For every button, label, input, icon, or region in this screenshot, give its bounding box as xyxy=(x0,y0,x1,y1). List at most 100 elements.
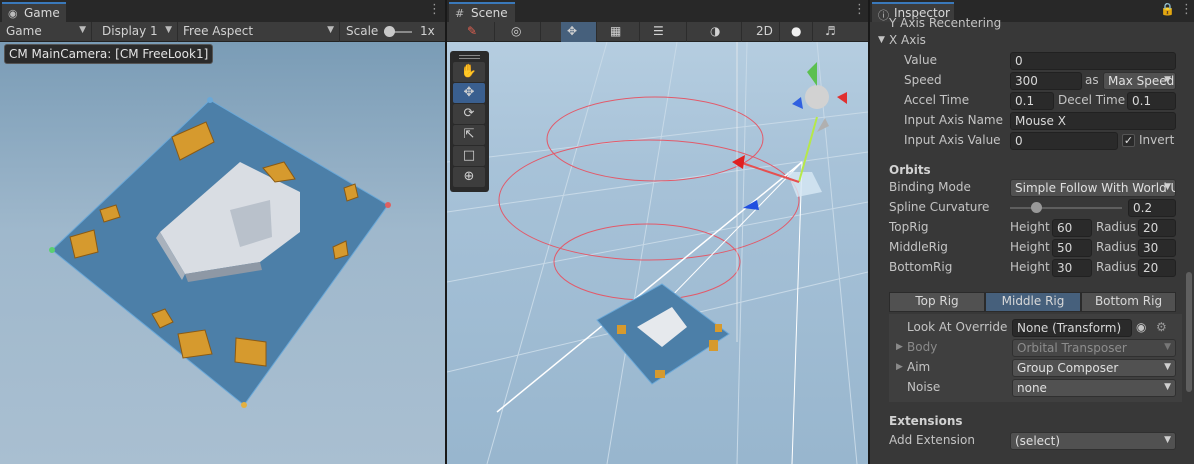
look-at-override-row: Look At Override None (Transform) ◉ ⚙ xyxy=(870,318,1194,338)
add-extension-row: Add Extension (select) ▼ xyxy=(870,431,1194,451)
speed-label: Speed xyxy=(904,73,942,87)
body-row: ▶ Body Orbital Transposer ▼ xyxy=(870,338,1194,358)
scene-more-icon[interactable]: ⋮ xyxy=(853,2,866,17)
object-picker-icon[interactable]: ◉ xyxy=(1136,320,1146,334)
scale-icon: ⇱ xyxy=(463,127,475,142)
bottom-rig-label: BottomRig xyxy=(889,260,953,274)
grid-icon: # xyxy=(455,7,465,20)
audio-toggle-button[interactable]: ♬ xyxy=(819,22,849,42)
crate xyxy=(234,337,267,367)
input-axis-name-row: Input Axis Name Mouse X xyxy=(870,111,1194,131)
palette-drag-handle[interactable] xyxy=(459,55,480,59)
inspector-panel: ⓘ Inspector 🔒 ⋮ Y Axis Recentering ▼ X A… xyxy=(870,0,1194,464)
transform-icon: ⊕ xyxy=(463,169,475,184)
aim-dropdown[interactable]: Group Composer ▼ xyxy=(1012,359,1176,377)
chevron-down-icon: ▼ xyxy=(1164,182,1171,192)
ruler-button[interactable]: ☰ xyxy=(647,22,687,42)
top-rig-radius-field[interactable]: 20 xyxy=(1138,219,1176,237)
chevron-right-icon[interactable]: ▶ xyxy=(896,342,903,352)
speed-field[interactable]: 300 xyxy=(1010,72,1082,90)
middle-rig-height-field[interactable]: 50 xyxy=(1052,239,1092,257)
gear-icon[interactable]: ⚙ xyxy=(1156,320,1167,334)
input-axis-value-field[interactable]: 0 xyxy=(1010,132,1118,150)
game-mode-dropdown[interactable]: Game ▼ xyxy=(0,22,92,42)
crate xyxy=(617,325,626,334)
aim-label: Aim xyxy=(907,360,931,374)
display-dropdown[interactable]: Display 1 ▼ xyxy=(96,22,178,42)
tab-top-rig[interactable]: Top Rig xyxy=(889,292,985,312)
input-axis-name-field[interactable]: Mouse X xyxy=(1010,112,1176,130)
tab-game[interactable]: ◉ Game xyxy=(2,2,66,22)
look-at-override-label: Look At Override xyxy=(907,320,1008,334)
game-viewport[interactable]: CM MainCamera: [CM FreeLook1] xyxy=(0,42,445,464)
render-mode-button[interactable]: ◑ xyxy=(704,22,742,42)
move-tool-button[interactable]: ✥ xyxy=(453,83,485,103)
accel-time-label: Accel Time xyxy=(904,93,970,107)
chevron-down-icon: ▼ xyxy=(1164,435,1171,445)
gizmo-toggle-button[interactable]: ✥ xyxy=(561,22,597,42)
value-field[interactable]: 0 xyxy=(1010,52,1176,70)
aim-value: Group Composer xyxy=(1017,361,1119,375)
x-axis-foldout[interactable]: ▼ X Axis xyxy=(870,31,1194,51)
binding-mode-label: Binding Mode xyxy=(889,180,971,194)
add-extension-value: (select) xyxy=(1015,434,1061,448)
spline-curvature-track xyxy=(1010,207,1122,209)
binding-mode-dropdown[interactable]: Simple Follow With World Up ▼ xyxy=(1010,179,1176,197)
transform-tool-button[interactable]: ⊕ xyxy=(453,167,485,187)
hand-tool-button[interactable]: ✋ xyxy=(453,62,485,82)
rotate-tool-button[interactable]: ⟳ xyxy=(453,104,485,124)
height-label: Height xyxy=(1010,240,1050,254)
scale-tool-button[interactable]: ⇱ xyxy=(453,125,485,145)
noise-label: Noise xyxy=(907,380,941,394)
display-label: Display 1 xyxy=(102,24,158,38)
invert-checkbox[interactable]: ✓ xyxy=(1122,134,1135,147)
game-more-icon[interactable]: ⋮ xyxy=(428,2,441,17)
chevron-down-icon: ▼ xyxy=(79,25,86,35)
spline-curvature-field[interactable]: 0.2 xyxy=(1128,199,1176,217)
aim-row: ▶ Aim Group Composer ▼ xyxy=(870,358,1194,378)
chevron-down-icon: ▼ xyxy=(327,25,334,35)
chevron-right-icon[interactable]: ▶ xyxy=(896,362,903,372)
noise-dropdown[interactable]: none ▼ xyxy=(1012,379,1176,397)
bottom-rig-radius-field[interactable]: 20 xyxy=(1138,259,1176,277)
shading-mode-button[interactable]: ✎ xyxy=(461,22,495,42)
2d-toggle-button[interactable]: 2D xyxy=(750,22,780,42)
tab-bottom-rig[interactable]: Bottom Rig xyxy=(1081,292,1176,312)
speed-mode-dropdown[interactable]: Max Speed ▼ xyxy=(1103,72,1176,90)
scene-render xyxy=(447,42,868,464)
scale-value: 1x xyxy=(420,24,435,38)
corner-handle xyxy=(207,97,213,103)
chevron-down-icon: ▼ xyxy=(1164,342,1171,352)
scene-viewport[interactable]: ✋ ✥ ⟳ ⇱ □ ⊕ xyxy=(447,42,868,464)
gizmo-icon: ✥ xyxy=(567,24,578,38)
aspect-label: Free Aspect xyxy=(183,24,254,38)
add-extension-dropdown[interactable]: (select) ▼ xyxy=(1010,432,1176,450)
body-label: Body xyxy=(907,340,938,354)
accel-time-field[interactable]: 0.1 xyxy=(1010,92,1054,110)
body-value: Orbital Transposer xyxy=(1017,341,1127,355)
aspect-dropdown[interactable]: Free Aspect ▼ xyxy=(177,22,340,42)
move-icon: ✥ xyxy=(463,85,475,100)
scene-panel: # Scene ⋮ ✎ ◎ ✥ ▦ ☰ ◑ 2D ● ♬ ✋ ✥ ⟳ ⇱ □ ⊕ xyxy=(447,0,868,464)
lighting-toggle-button[interactable]: ● xyxy=(785,22,813,42)
bottom-rig-height-field[interactable]: 30 xyxy=(1052,259,1092,277)
extensions-header: Extensions xyxy=(889,414,963,428)
spline-curvature-thumb[interactable] xyxy=(1031,202,1043,213)
inspector-scrollbar[interactable] xyxy=(1186,272,1192,392)
rect-tool-button[interactable]: □ xyxy=(453,146,485,166)
globe-button[interactable]: ◎ xyxy=(505,22,541,42)
accel-decel-row: Accel Time 0.1 Decel Time 0.1 xyxy=(870,91,1194,111)
grid-snap-button[interactable]: ▦ xyxy=(604,22,640,42)
tab-scene-label: Scene xyxy=(471,6,508,20)
scene-toolbar: ✎ ◎ ✥ ▦ ☰ ◑ 2D ● ♬ xyxy=(447,22,868,42)
tab-scene[interactable]: # Scene xyxy=(449,2,515,22)
look-at-override-field[interactable]: None (Transform) xyxy=(1012,319,1132,337)
tab-middle-rig[interactable]: Middle Rig xyxy=(985,292,1081,312)
middle-rig-radius-field[interactable]: 30 xyxy=(1138,239,1176,257)
decel-time-field[interactable]: 0.1 xyxy=(1127,92,1176,110)
top-rig-height-field[interactable]: 60 xyxy=(1052,219,1092,237)
scale-slider-thumb[interactable] xyxy=(384,26,395,37)
2d-label: 2D xyxy=(756,24,773,38)
radius-label: Radius xyxy=(1096,260,1137,274)
rotate-icon: ⟳ xyxy=(463,106,475,121)
